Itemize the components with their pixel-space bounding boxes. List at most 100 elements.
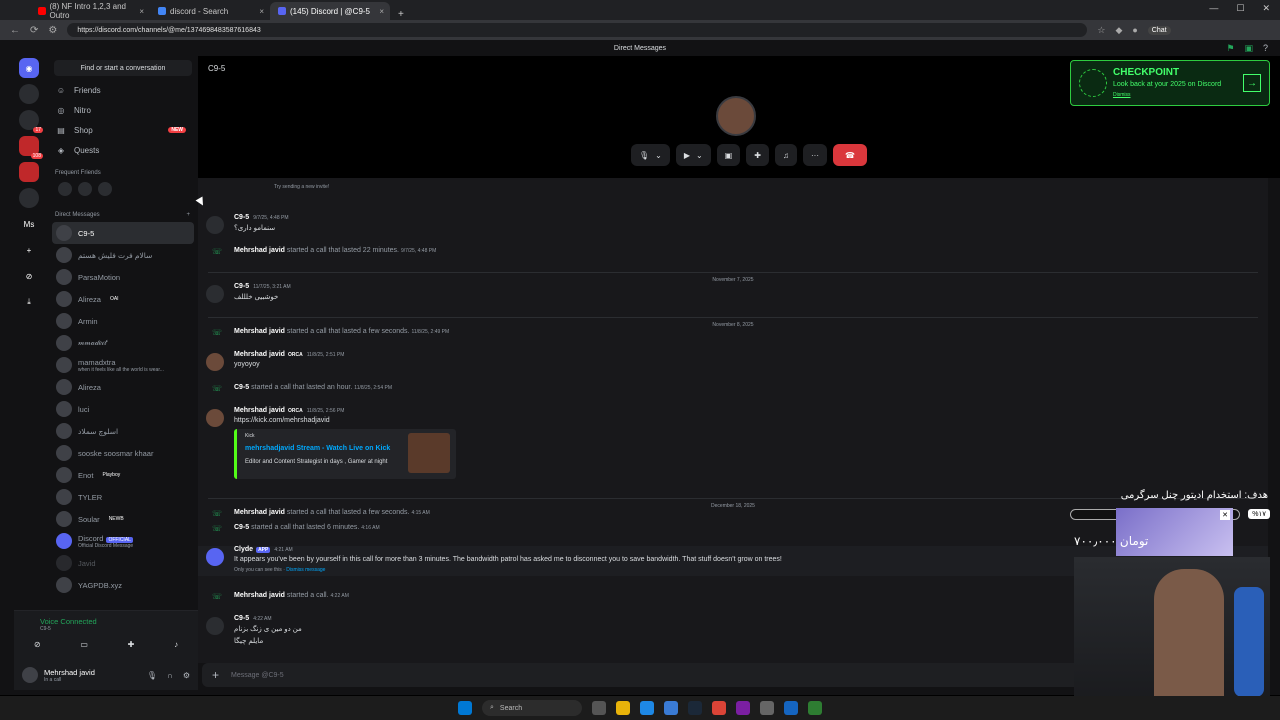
url-field[interactable]: https://discord.com/channels/@me/1374698… — [67, 23, 1088, 37]
nav-nitro[interactable]: ◎ Nitro — [48, 100, 198, 120]
soundboard-button[interactable]: ♫ — [774, 144, 797, 166]
start-icon[interactable] — [458, 701, 472, 715]
message-author[interactable]: Mehrshad javid — [234, 407, 285, 414]
headphones-icon[interactable]: ∩ — [167, 671, 173, 680]
screen-share-icon[interactable]: ▭ — [80, 640, 88, 649]
settings-icon[interactable] — [760, 701, 774, 715]
dm-item[interactable]: ParsaMotion — [48, 266, 198, 288]
end-call-button[interactable]: ☎ — [832, 144, 867, 166]
nav-friends[interactable]: ☺ Friends — [48, 80, 198, 100]
avatar[interactable] — [78, 182, 92, 196]
server-icon[interactable]: 17 — [19, 110, 43, 133]
message-author[interactable]: C9-5 — [234, 283, 249, 290]
avatar[interactable] — [206, 285, 224, 303]
app-icon[interactable] — [784, 701, 798, 715]
discover-icon[interactable]: ⊘ — [19, 266, 39, 286]
call-participant-avatar[interactable] — [716, 96, 756, 136]
call-actor[interactable]: Mehrshad javid — [234, 247, 285, 254]
help-icon[interactable]: ? — [1263, 43, 1268, 54]
app-icon[interactable] — [736, 701, 750, 715]
more-button[interactable]: ··· — [802, 144, 827, 166]
close-tab-icon[interactable]: × — [379, 7, 384, 16]
dm-item[interactable]: 𝓂𝓂𝒶𝒹𝑒𝒾𝓉 — [48, 332, 198, 354]
mic-toggle[interactable]: 🎙 ⌄ — [631, 144, 670, 166]
new-tab-button[interactable]: + — [390, 9, 412, 20]
activities-button[interactable]: ✚ — [746, 144, 769, 166]
call-actor[interactable]: C9-5 — [234, 384, 249, 391]
app-icon[interactable] — [664, 701, 678, 715]
chat-button[interactable]: Chat — [1147, 25, 1171, 35]
activities-icon[interactable]: ✚ — [128, 640, 135, 649]
dm-item[interactable]: Alireza OAI — [48, 288, 198, 310]
dm-item[interactable]: luci — [48, 398, 198, 420]
call-actor[interactable]: Mehrshad javid — [234, 592, 285, 599]
server-icon[interactable]: 108 — [19, 136, 43, 159]
camera-toggle[interactable]: ▶ ⌄ — [675, 144, 711, 166]
steam-icon[interactable] — [688, 701, 702, 715]
mic-icon[interactable]: 🎙 — [147, 671, 157, 680]
profile-icon[interactable]: ● — [1132, 25, 1137, 35]
add-server-icon[interactable]: + — [19, 240, 39, 260]
download-icon[interactable]: ⤓ — [19, 292, 39, 312]
close-tab-icon[interactable]: × — [139, 7, 144, 16]
dm-item[interactable]: Armin — [48, 310, 198, 332]
message-link[interactable]: https://kick.com/mehrshadjavid — [234, 417, 330, 424]
dm-item[interactable]: Soular NEWB — [48, 508, 198, 530]
dm-item[interactable]: YAGPDB.xyz — [48, 574, 198, 596]
nav-quests[interactable]: ◈ Quests — [48, 140, 198, 160]
find-conversation-button[interactable]: Find or start a conversation — [54, 60, 192, 76]
avatar[interactable] — [58, 182, 72, 196]
maximize-icon[interactable]: ☐ — [1236, 3, 1244, 14]
settings-icon[interactable]: ⚙ — [183, 671, 190, 680]
avatar[interactable] — [98, 182, 112, 196]
taskbar-search[interactable]: ⌕ Search — [482, 700, 582, 716]
server-ms[interactable]: Ms — [19, 214, 39, 234]
dm-item[interactable]: TYLER — [48, 486, 198, 508]
checkpoint-dismiss[interactable]: Dismiss — [1113, 92, 1131, 98]
arrow-right-icon[interactable]: → — [1243, 74, 1261, 92]
avatar[interactable] — [206, 617, 224, 635]
message-author[interactable]: C9-5 — [234, 615, 249, 622]
dm-item[interactable]: C9-5 — [52, 222, 194, 244]
discord-home-icon[interactable]: ◉ — [19, 58, 39, 78]
dm-item[interactable]: اسلوچ سملاد — [48, 420, 198, 442]
dm-item[interactable]: mamadxtra when it feels like all the worl… — [48, 354, 198, 376]
call-actor[interactable]: C9-5 — [234, 524, 249, 531]
server-icon[interactable] — [19, 162, 39, 182]
close-window-icon[interactable]: ✕ — [1262, 3, 1270, 14]
avatar[interactable] — [206, 216, 224, 234]
dm-item[interactable]: sooske soosmar khaar — [48, 442, 198, 464]
avatar[interactable] — [206, 548, 224, 566]
dm-item[interactable]: سالام فرت فلیش هستم — [48, 244, 198, 266]
dm-item[interactable]: Alireza — [48, 376, 198, 398]
edge-icon[interactable] — [640, 701, 654, 715]
app-icon[interactable] — [808, 701, 822, 715]
back-icon[interactable]: ← — [10, 25, 20, 36]
dm-item[interactable]: Enot Playboy — [48, 464, 198, 486]
inbox-icon[interactable]: ▣ — [1244, 43, 1253, 54]
checkpoint-banner[interactable]: CHECKPOINT Look back at your 2025 on Dis… — [1070, 60, 1270, 106]
browser-tab[interactable]: (8) NF Intro 1,2,3 and Outro × — [30, 2, 150, 20]
browser-tab[interactable]: discord - Search × — [150, 2, 270, 20]
extension-icon[interactable]: ◆ — [1115, 25, 1122, 36]
embed-title[interactable]: mehrshadjavid Stream - Watch Live on Kic… — [245, 445, 390, 452]
server-icon[interactable] — [19, 188, 39, 208]
server-icon[interactable] — [19, 84, 39, 104]
star-icon[interactable]: ☆ — [1097, 25, 1105, 36]
flag-icon[interactable]: ⚑ — [1226, 43, 1234, 54]
avatar[interactable] — [206, 353, 224, 371]
nav-shop[interactable]: ▤ Shop NEW — [48, 120, 198, 140]
browser-tab-active[interactable]: (145) Discord | @C9-5 × — [270, 2, 390, 20]
add-attachment-icon[interactable]: + — [212, 668, 219, 682]
reload-icon[interactable]: ⟳ — [30, 25, 38, 36]
dm-item[interactable]: Discord OFFICIAL Official Discord Message — [48, 530, 198, 552]
avatar[interactable] — [22, 667, 38, 683]
dismiss-message-link[interactable]: Dismiss message — [286, 567, 325, 573]
minimize-icon[interactable]: — — [1209, 3, 1218, 14]
call-actor[interactable]: Mehrshad javid — [234, 509, 285, 516]
create-dm-icon[interactable]: + — [186, 212, 190, 218]
chrome-icon[interactable] — [712, 701, 726, 715]
site-info-icon[interactable]: ⚙ — [48, 25, 57, 36]
avatar[interactable] — [206, 409, 224, 427]
close-tab-icon[interactable]: × — [259, 7, 264, 16]
